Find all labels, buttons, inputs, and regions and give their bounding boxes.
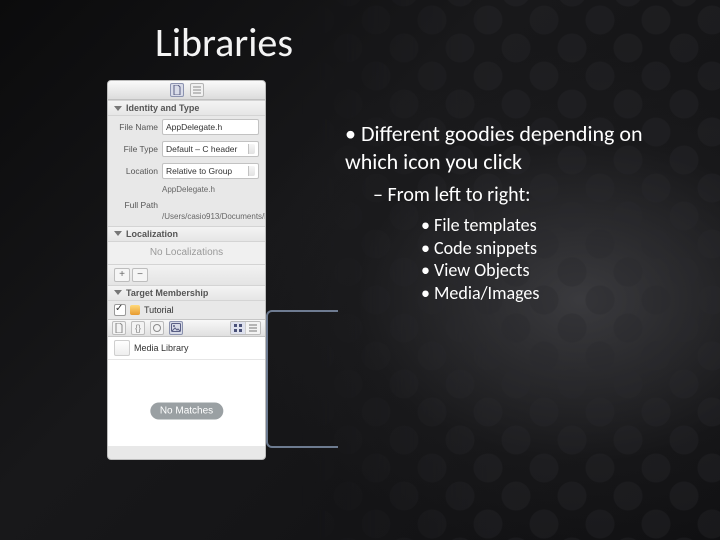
bullet-text: From left to right: bbox=[387, 183, 530, 207]
media-icon bbox=[171, 323, 181, 332]
bullet-text: Media/Images bbox=[434, 282, 539, 304]
bullet-text: Different goodies depending on which ico… bbox=[345, 120, 643, 175]
bullet-lvl2: From left to right: File templates Code … bbox=[373, 183, 675, 304]
value: Default – C header bbox=[166, 144, 237, 154]
bullet-lvl3: Media/Images bbox=[421, 282, 675, 305]
inspector-panel: Identity and Type File Name AppDelegate.… bbox=[107, 80, 266, 460]
full-path-value: /Users/casio913/Documents/lis488asst3/Tu… bbox=[108, 213, 265, 226]
library-filter-row: Media Library bbox=[108, 337, 265, 360]
library-tab-media[interactable] bbox=[169, 321, 183, 335]
library-tab-object[interactable] bbox=[150, 321, 164, 335]
bullet-text: File templates bbox=[434, 214, 537, 236]
library-tab-file-template[interactable] bbox=[112, 321, 126, 335]
lines-icon bbox=[192, 86, 202, 94]
disclosure-triangle-icon bbox=[114, 290, 122, 295]
value: Relative to Group bbox=[166, 166, 232, 176]
remove-localization-button[interactable]: − bbox=[132, 268, 148, 282]
no-localizations: No Localizations bbox=[108, 242, 265, 264]
row-file-type: File Type Default – C header bbox=[108, 138, 265, 160]
label: Full Path bbox=[114, 200, 158, 210]
target-row: Tutorial bbox=[108, 301, 265, 319]
section-localization[interactable]: Localization bbox=[108, 226, 265, 242]
section-title: Identity and Type bbox=[126, 103, 199, 113]
row-location-file: AppDelegate.h bbox=[108, 182, 265, 197]
section-target-membership[interactable]: Target Membership bbox=[108, 285, 265, 301]
braces-icon: {} bbox=[135, 323, 141, 333]
value: AppDelegate.h bbox=[166, 122, 222, 132]
target-name: Tutorial bbox=[144, 305, 174, 315]
localization-controls: + − bbox=[108, 264, 265, 285]
library-content: No Matches bbox=[108, 360, 265, 446]
location-popup[interactable]: Relative to Group bbox=[162, 163, 259, 179]
label: File Name bbox=[114, 122, 158, 132]
tab-quick-help[interactable] bbox=[190, 83, 204, 97]
file-template-icon bbox=[115, 323, 123, 333]
bullet-area: Different goodies depending on which ico… bbox=[345, 120, 675, 318]
bullet-lvl1: Different goodies depending on which ico… bbox=[345, 120, 675, 304]
library-view-segmented[interactable] bbox=[230, 321, 261, 335]
callout-bracket bbox=[266, 310, 338, 448]
inspector-tabbar bbox=[108, 81, 265, 100]
row-file-name: File Name AppDelegate.h bbox=[108, 116, 265, 138]
label: File Type bbox=[114, 144, 158, 154]
no-matches-badge: No Matches bbox=[150, 403, 223, 420]
library-tabbar: {} bbox=[108, 319, 265, 337]
media-thumb-icon bbox=[114, 340, 130, 356]
bullet-lvl3: File templates bbox=[421, 214, 675, 237]
view-list[interactable] bbox=[245, 322, 260, 334]
file-name-field[interactable]: AppDelegate.h bbox=[162, 119, 259, 135]
value: AppDelegate.h bbox=[162, 185, 215, 194]
disclosure-triangle-icon bbox=[114, 106, 122, 111]
bullet-text: View Objects bbox=[434, 259, 529, 281]
row-location: Location Relative to Group bbox=[108, 160, 265, 182]
library-tab-code-snippet[interactable]: {} bbox=[131, 321, 145, 335]
list-icon bbox=[249, 324, 257, 332]
tab-file-inspector[interactable] bbox=[170, 83, 184, 97]
row-full-path: Full Path bbox=[108, 197, 265, 213]
slide-title: Libraries bbox=[155, 18, 293, 67]
target-checkbox[interactable] bbox=[114, 304, 126, 316]
section-identity[interactable]: Identity and Type bbox=[108, 100, 265, 116]
bullet-text: Code snippets bbox=[434, 237, 537, 259]
label: Location bbox=[114, 166, 158, 176]
library-filter-label: Media Library bbox=[134, 343, 189, 353]
grid-icon bbox=[234, 324, 242, 332]
app-icon bbox=[130, 305, 140, 315]
add-localization-button[interactable]: + bbox=[114, 268, 130, 282]
file-type-popup[interactable]: Default – C header bbox=[162, 141, 259, 157]
view-grid[interactable] bbox=[231, 322, 245, 334]
disclosure-triangle-icon bbox=[114, 231, 122, 236]
slide: Libraries Different goodies depending on… bbox=[0, 0, 720, 540]
cube-icon bbox=[152, 323, 162, 333]
bullet-lvl3: Code snippets bbox=[421, 237, 675, 260]
bullet-lvl3: View Objects bbox=[421, 259, 675, 282]
section-title: Target Membership bbox=[126, 288, 208, 298]
section-title: Localization bbox=[126, 229, 178, 239]
file-icon bbox=[173, 85, 181, 95]
